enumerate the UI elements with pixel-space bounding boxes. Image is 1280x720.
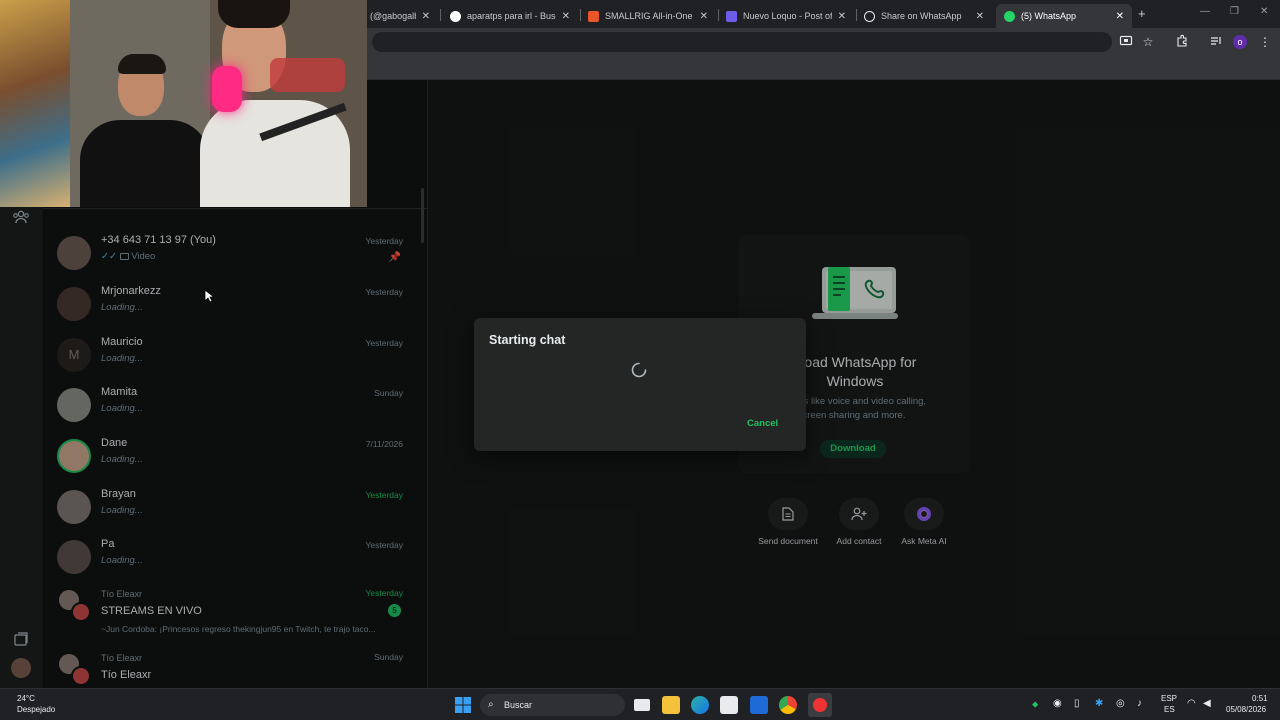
tab-whatsapp[interactable]: (5) WhatsApp ✕ xyxy=(996,4,1132,28)
tab-title: (@gabogalb xyxy=(370,11,416,21)
windows-start-icon[interactable] xyxy=(454,696,472,714)
restore-icon[interactable]: ❐ xyxy=(1230,6,1239,17)
extensions-icon[interactable] xyxy=(1174,34,1190,50)
profile-avatar[interactable]: o xyxy=(1233,35,1247,49)
globe-icon xyxy=(864,10,875,22)
close-icon[interactable]: ✕ xyxy=(976,11,984,22)
tray-icon[interactable]: ✱ xyxy=(1095,698,1103,709)
close-icon[interactable]: ✕ xyxy=(562,11,570,22)
address-bar[interactable] xyxy=(372,32,1112,52)
cancel-button[interactable]: Cancel xyxy=(747,418,778,429)
media-icon[interactable] xyxy=(1208,34,1224,50)
tray-icon[interactable]: ▯ xyxy=(1074,698,1080,709)
cast-icon[interactable] xyxy=(1118,34,1134,50)
wifi-icon[interactable]: ◠ xyxy=(1187,698,1196,709)
hair-right-image xyxy=(218,0,290,28)
poster-image xyxy=(0,0,70,207)
volume-icon[interactable]: ◀ xyxy=(1203,698,1211,709)
minimize-icon[interactable]: — xyxy=(1200,6,1210,17)
loading-spinner-icon xyxy=(631,362,647,383)
store-icon[interactable] xyxy=(720,696,738,714)
tray-icon[interactable]: ⬥ xyxy=(1032,699,1038,710)
language-code[interactable]: ESP xyxy=(1161,694,1177,703)
tab-loquo[interactable]: Nuevo Loquo - Post of K ✕ xyxy=(718,4,854,28)
person-left-image xyxy=(80,120,210,207)
webcam-overlay xyxy=(0,0,367,207)
tab-title: SMALLRIG All-in-One Mo xyxy=(605,11,694,21)
dialog-title: Starting chat xyxy=(489,333,566,347)
smallrig-icon xyxy=(588,10,599,22)
chair-image xyxy=(270,58,345,92)
tab-smallrig[interactable]: SMALLRIG All-in-One Mo ✕ xyxy=(580,4,716,28)
cursor-icon xyxy=(204,289,216,308)
tab-title: Share on WhatsApp xyxy=(881,11,962,21)
tray-icon[interactable]: ◎ xyxy=(1116,698,1125,709)
search-icon: ⌕ xyxy=(488,699,494,710)
loquo-icon xyxy=(726,10,737,22)
windows-taskbar: 24°C Despejado ⌕ Buscar ⬥ ◉ ▯ ✱ ◎ ♪ ESP … xyxy=(0,688,1280,720)
close-icon[interactable]: ✕ xyxy=(422,11,430,22)
tab-title: aparatps para irl - Buscar xyxy=(467,11,556,21)
file-explorer-icon[interactable] xyxy=(662,696,680,714)
weather-temp[interactable]: 24°C xyxy=(17,694,35,703)
google-icon xyxy=(450,10,461,22)
outlook-icon[interactable] xyxy=(750,696,768,714)
close-icon[interactable]: ✕ xyxy=(700,11,708,22)
microphone-image xyxy=(212,66,242,112)
clock-date[interactable]: 05/08/2026 xyxy=(1226,705,1266,714)
menu-dots-icon[interactable]: ⋮ xyxy=(1257,34,1273,50)
tab-share-whatsapp[interactable]: Share on WhatsApp ✕ xyxy=(856,4,992,28)
tab-title: (5) WhatsApp xyxy=(1021,11,1077,21)
starting-chat-dialog: Starting chat Cancel xyxy=(474,318,806,451)
weather-desc[interactable]: Despejado xyxy=(17,705,55,714)
star-icon[interactable]: ☆ xyxy=(1140,34,1156,50)
close-icon[interactable]: ✕ xyxy=(838,11,846,22)
new-tab-button[interactable]: + xyxy=(1138,6,1146,21)
keyboard-layout[interactable]: ES xyxy=(1164,705,1175,714)
tab-search[interactable]: aparatps para irl - Buscar ✕ xyxy=(442,4,578,28)
search-placeholder: Buscar xyxy=(504,700,533,710)
tray-icon[interactable]: ◉ xyxy=(1053,698,1062,709)
task-view-icon[interactable] xyxy=(634,699,650,711)
tab-twitter[interactable]: (@gabogalb ✕ xyxy=(362,4,438,28)
close-icon[interactable]: ✕ xyxy=(1116,11,1124,22)
hair-left-image xyxy=(118,54,166,74)
edge-icon[interactable] xyxy=(691,696,709,714)
active-app-icon[interactable] xyxy=(808,693,832,717)
taskbar-search[interactable]: ⌕ Buscar xyxy=(480,694,625,716)
chrome-icon[interactable] xyxy=(779,696,797,714)
tab-title: Nuevo Loquo - Post of K xyxy=(743,11,832,21)
microphone-icon[interactable]: ♪ xyxy=(1137,698,1142,709)
whatsapp-icon xyxy=(1004,10,1015,22)
window-close-icon[interactable]: ✕ xyxy=(1260,6,1268,17)
clock-time[interactable]: 0:51 xyxy=(1252,694,1268,703)
